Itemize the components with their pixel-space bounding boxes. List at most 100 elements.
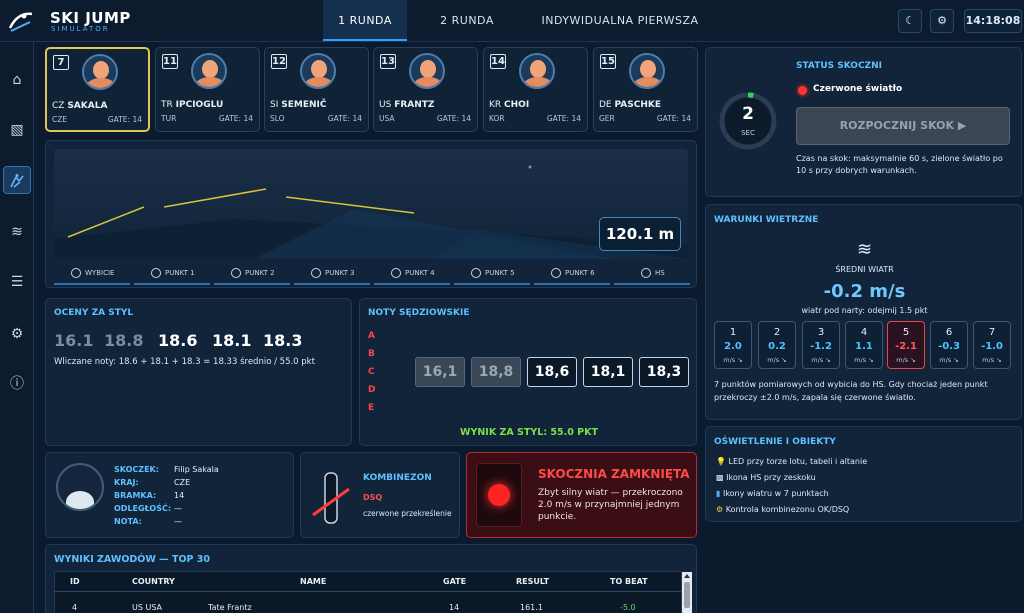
jump-view: 120.1 m WYBICIE PUNKT 1 PUNKT 2 PUNKT 3 … bbox=[45, 140, 697, 288]
suit-panel: KOMBINEZON DSQ czerwone przekreślenie bbox=[300, 452, 460, 538]
top-bar: SKI JUMP SIMULATOR 1 RUNDA 2 RUNDA INDYW… bbox=[0, 0, 1024, 68]
gear-icon: ⚙ bbox=[937, 14, 947, 27]
athlete-card[interactable]: 13 US FRANTZ USA GATE: 14 bbox=[373, 47, 478, 132]
style-score: 18.8 bbox=[104, 331, 144, 350]
athlete-gate: GATE: 14 bbox=[436, 114, 471, 123]
judge-letter: D bbox=[368, 385, 376, 395]
bulb-icon: 💡 bbox=[716, 457, 726, 466]
marker-hs[interactable]: HS bbox=[641, 266, 665, 280]
panel-title: NOTY SĘDZIOWSKIE bbox=[368, 308, 470, 318]
list-icon[interactable]: ☰ bbox=[3, 268, 31, 296]
lighting-panel: OŚWIETLENIE I OBIEKTY 💡 LED przy torze l… bbox=[705, 426, 1022, 522]
marker-underline bbox=[374, 283, 450, 285]
athlete-gate: GATE: 14 bbox=[107, 115, 142, 124]
red-light-indicator bbox=[798, 86, 807, 95]
table-header-divider bbox=[54, 591, 681, 592]
jumper-value: Filip Sakala bbox=[174, 465, 219, 474]
marker-underline bbox=[454, 283, 530, 285]
athlete-card[interactable]: 12 SI SEMENIČ SLO GATE: 14 bbox=[264, 47, 369, 132]
hill-icon[interactable]: ▧ bbox=[3, 116, 31, 144]
marker-underline bbox=[534, 283, 610, 285]
jumper-icon[interactable] bbox=[3, 166, 31, 194]
athlete-country: GER bbox=[599, 114, 615, 123]
marker-point-6[interactable]: PUNKT 6 bbox=[551, 266, 595, 280]
settings-icon[interactable]: ⚙ bbox=[3, 320, 31, 348]
results-title: WYNIKI ZAWODÓW — TOP 30 bbox=[54, 554, 211, 565]
wind-point[interactable]: 3 -1.2 m/s ↘ bbox=[802, 321, 840, 369]
marker-underline bbox=[54, 283, 130, 285]
marker-underline bbox=[214, 283, 290, 285]
wind-panel: WARUNKI WIETRZNE ≋ ŚREDNI WIATR -0.2 m/s… bbox=[705, 204, 1022, 420]
judge-letter: B bbox=[368, 349, 375, 359]
marker-point-4[interactable]: PUNKT 4 bbox=[391, 266, 435, 280]
col-header-country[interactable]: COUNTRY bbox=[132, 577, 175, 586]
athlete-card[interactable]: 15 DE PASCHKE GER GATE: 14 bbox=[593, 47, 698, 132]
info-icon[interactable]: ⓘ bbox=[3, 370, 31, 398]
jumper-label: NOTA: bbox=[114, 517, 142, 526]
suit-description: czerwone przekreślenie bbox=[363, 509, 452, 518]
hill-status-panel: STATUS SKOCZNI 2 SEC Czerwone światło RO… bbox=[705, 47, 1022, 197]
avatar bbox=[82, 54, 118, 90]
marker-point-3[interactable]: PUNKT 3 bbox=[311, 266, 355, 280]
results-scrollbar[interactable] bbox=[682, 572, 692, 613]
jumper-value: CZE bbox=[174, 478, 191, 487]
judges-panel: NOTY SĘDZIOWSKIE A B C D E 16,1 18,8 18,… bbox=[359, 298, 697, 446]
jump-hill-graphic bbox=[54, 149, 688, 259]
wind-point[interactable]: 7 -1.0 m/s ↘ bbox=[973, 321, 1011, 369]
jumper-info-panel: SKOCZEK: Filip Sakala KRAJ: CZE BRAMKA: … bbox=[45, 452, 294, 538]
wind-point[interactable]: 4 1.1 m/s ↘ bbox=[845, 321, 883, 369]
wind-point-alert[interactable]: 5 -2.1 m/s ↘ bbox=[887, 321, 925, 369]
start-jump-button[interactable]: ROZPOCZNIJ SKOK ▶ bbox=[796, 107, 1010, 145]
tab-round-2[interactable]: 2 RUNDA bbox=[425, 0, 509, 41]
col-header-to-beat[interactable]: TO BEAT bbox=[610, 577, 648, 586]
wind-point[interactable]: 1 2.0 m/s ↘ bbox=[714, 321, 752, 369]
timer-value: 2 bbox=[742, 104, 754, 124]
athlete-card[interactable]: 11 TR IPCIOGLU TUR GATE: 14 bbox=[155, 47, 260, 132]
bib-number: 11 bbox=[162, 54, 178, 69]
marker-point-1[interactable]: PUNKT 1 bbox=[151, 266, 195, 280]
wind-point[interactable]: 2 0.2 m/s ↘ bbox=[758, 321, 796, 369]
athlete-country: USA bbox=[379, 114, 395, 123]
athlete-name: SI SEMENIČ bbox=[270, 100, 327, 110]
tab-round-1[interactable]: 1 RUNDA bbox=[323, 0, 407, 41]
table-cell: US USA bbox=[132, 603, 163, 612]
marker-underline bbox=[294, 283, 370, 285]
athlete-card[interactable]: 7 CZ SAKALA CZE GATE: 14 bbox=[45, 47, 150, 132]
col-header-id[interactable]: ID bbox=[70, 577, 80, 586]
table-cell: -5.0 bbox=[620, 603, 636, 612]
suit-check-icon: ⚙ bbox=[716, 505, 724, 514]
wind-point[interactable]: 6 -0.3 m/s ↘ bbox=[930, 321, 968, 369]
bib-number: 14 bbox=[490, 54, 506, 69]
status-note: Czas na skok: maksymalnie 60 s, zielone … bbox=[796, 154, 1003, 175]
col-header-result[interactable]: RESULT bbox=[516, 577, 549, 586]
bib-number: 12 bbox=[271, 54, 287, 69]
col-header-gate[interactable]: GATE bbox=[443, 577, 466, 586]
col-header-name[interactable]: NAME bbox=[300, 577, 326, 586]
moon-icon: ☾ bbox=[905, 14, 915, 27]
suit-status: DSQ bbox=[363, 493, 383, 502]
tab-individual-first-round[interactable]: INDYWIDUALNA PIERWSZA RUNDA bbox=[520, 0, 720, 68]
athlete-gate: GATE: 14 bbox=[327, 114, 362, 123]
clock: 14:18:08 bbox=[964, 9, 1022, 33]
settings-button[interactable]: ⚙ bbox=[930, 9, 954, 33]
avatar bbox=[56, 463, 104, 511]
marker-takeoff[interactable]: WYBICIE bbox=[71, 266, 114, 280]
lighting-item: ⚙ Kontrola kombinezonu OK/DSQ bbox=[716, 505, 850, 514]
wind-icon[interactable]: ≋ bbox=[3, 218, 31, 246]
marker-point-2[interactable]: PUNKT 2 bbox=[231, 266, 275, 280]
theme-toggle-button[interactable]: ☾ bbox=[898, 9, 922, 33]
athlete-country: TUR bbox=[161, 114, 177, 123]
judge-score-box: 18,6 bbox=[527, 357, 577, 387]
panel-title: STATUS SKOCZNI bbox=[796, 61, 882, 71]
style-score: 18.3 bbox=[263, 331, 303, 350]
table-cell: 4 bbox=[72, 603, 78, 612]
suit-title: KOMBINEZON bbox=[363, 473, 432, 483]
judge-letter: C bbox=[368, 367, 375, 377]
style-score: 18.1 bbox=[212, 331, 252, 350]
average-wind-label: ŚREDNI WIATR bbox=[835, 265, 894, 274]
style-scores-panel: OCENY ZA STYL 16.1 18.8 18.6 18.1 18.3 W… bbox=[45, 298, 352, 446]
marker-point-5[interactable]: PUNKT 5 bbox=[471, 266, 515, 280]
jumper-value: 14 bbox=[174, 491, 185, 500]
athlete-card[interactable]: 14 KR CHOI KOR GATE: 14 bbox=[483, 47, 588, 132]
home-icon[interactable]: ⌂ bbox=[3, 66, 31, 94]
